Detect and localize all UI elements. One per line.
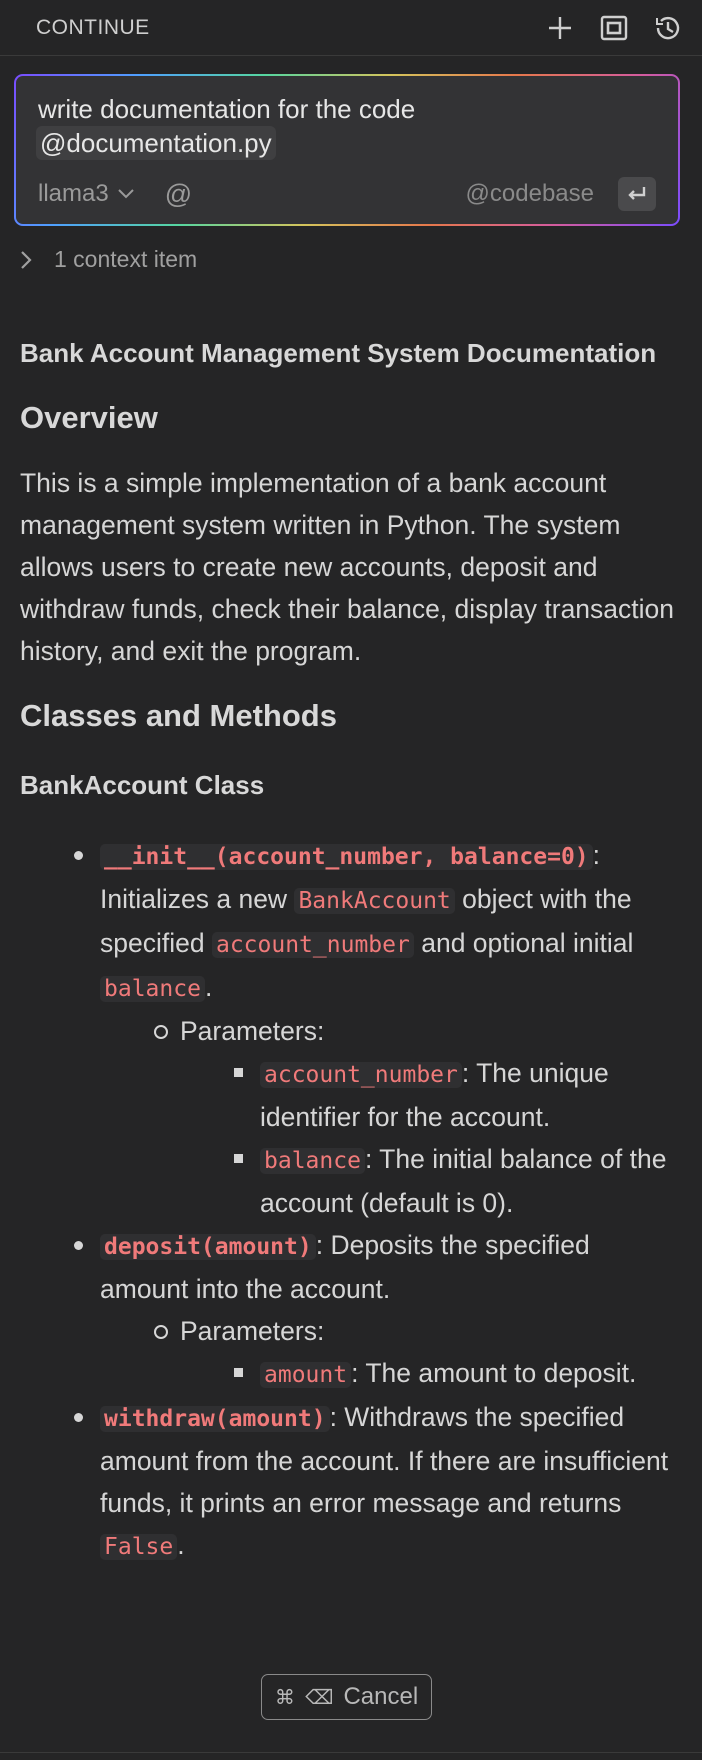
header-actions	[544, 12, 684, 44]
inline-code: BankAccount	[294, 888, 455, 914]
inline-code: False	[100, 1534, 178, 1560]
file-mention-chip[interactable]: @documentation.py	[36, 126, 276, 160]
chat-input-box[interactable]: write documentation for the code @docume…	[14, 74, 680, 226]
input-message: write documentation for the code	[38, 94, 416, 124]
method-signature: withdraw(amount)	[100, 1406, 330, 1432]
method-desc: .	[204, 972, 213, 1002]
model-name: llama3	[38, 180, 109, 207]
cancel-button[interactable]: ⌘ ⌫ Cancel	[261, 1674, 432, 1720]
method-colon: :	[592, 840, 601, 870]
cancel-label: Cancel	[343, 1683, 419, 1710]
classes-heading: Classes and Methods	[20, 698, 337, 733]
model-selector[interactable]: llama3	[38, 180, 135, 208]
params-label: Parameters:	[180, 1016, 325, 1046]
chevron-down-icon	[117, 189, 134, 199]
params-label: Parameters:	[180, 1316, 325, 1346]
param-desc: : The amount to deposit.	[351, 1358, 637, 1388]
inline-code: balance	[100, 976, 205, 1002]
panel-header: CONTINUE	[0, 0, 702, 56]
list-item: Parameters: amount: The amount to deposi…	[154, 1310, 680, 1396]
overview-paragraph: This is a simple implementation of a ban…	[20, 468, 675, 666]
overview-heading: Overview	[20, 400, 158, 435]
method-signature: deposit(amount)	[100, 1234, 316, 1260]
param-name: amount	[260, 1362, 352, 1388]
params-list: Parameters: amount: The amount to deposi…	[100, 1310, 680, 1396]
list-item: balance: The initial balance of the acco…	[234, 1138, 680, 1224]
list-item: account_number: The unique identifier fo…	[234, 1052, 680, 1138]
class-heading: BankAccount Class	[20, 770, 265, 800]
list-item: deposit(amount): Deposits the specified …	[74, 1224, 680, 1396]
doc-title: Bank Account Management System Documenta…	[20, 338, 657, 368]
divider	[0, 1752, 702, 1753]
input-toolbar: llama3 @ @codebase	[38, 174, 656, 214]
fullscreen-icon[interactable]	[598, 12, 630, 44]
plus-icon[interactable]	[544, 12, 576, 44]
param-items: account_number: The unique identifier fo…	[180, 1052, 680, 1224]
at-mention-button[interactable]: @	[165, 179, 192, 210]
list-item: withdraw(amount): Withdraws the specifie…	[74, 1396, 680, 1568]
list-item: __init__(account_number, balance=0): Ini…	[74, 834, 680, 1224]
list-item: amount: The amount to deposit.	[234, 1352, 680, 1396]
cancel-shortcut: ⌘ ⌫	[274, 1685, 336, 1709]
methods-list: __init__(account_number, balance=0): Ini…	[20, 834, 680, 1568]
enter-icon	[628, 187, 646, 200]
method-signature: __init__(account_number, balance=0)	[100, 844, 593, 870]
inline-code: account_number	[211, 932, 414, 958]
params-list: Parameters: account_number: The unique i…	[100, 1010, 680, 1224]
param-name: account_number	[260, 1062, 462, 1088]
submit-button[interactable]	[618, 177, 656, 211]
context-items-toggle[interactable]: 1 context item	[20, 246, 197, 273]
method-desc: and optional initial	[421, 928, 634, 958]
context-items-label: 1 context item	[54, 246, 198, 272]
codebase-button[interactable]: @codebase	[466, 180, 594, 208]
chevron-right-icon	[21, 250, 32, 269]
method-desc: .	[177, 1530, 185, 1560]
list-item: Parameters: account_number: The unique i…	[154, 1010, 680, 1224]
app-title: CONTINUE	[36, 15, 150, 39]
history-icon[interactable]	[652, 12, 684, 44]
chat-input-text[interactable]: write documentation for the code @docume…	[36, 92, 416, 160]
param-items: amount: The amount to deposit.	[180, 1352, 680, 1396]
method-desc: Initializes a new	[100, 884, 288, 914]
assistant-response: Bank Account Management System Documenta…	[20, 332, 680, 1568]
param-name: balance	[260, 1148, 365, 1174]
